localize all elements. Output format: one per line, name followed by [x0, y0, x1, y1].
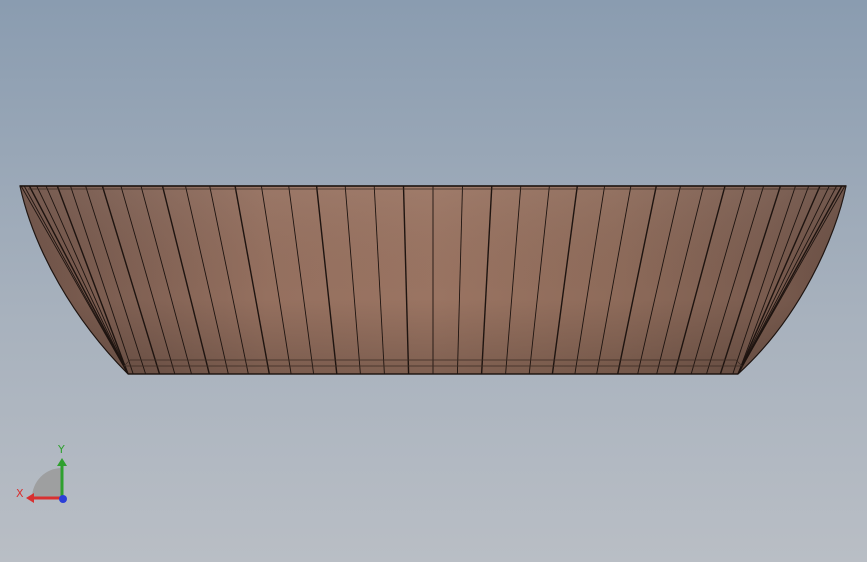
triad-quadrant: [32, 468, 62, 498]
triad-y-arrow: [57, 458, 67, 466]
y-axis-label: Y: [58, 443, 65, 456]
x-axis-label: X: [16, 487, 24, 500]
graphics-viewport[interactable]: X Y: [0, 0, 867, 562]
axis-triad: X Y: [12, 440, 82, 510]
bowl-model[interactable]: [0, 0, 867, 562]
triad-x-arrow: [26, 493, 34, 503]
triad-z-axis: [59, 495, 67, 503]
